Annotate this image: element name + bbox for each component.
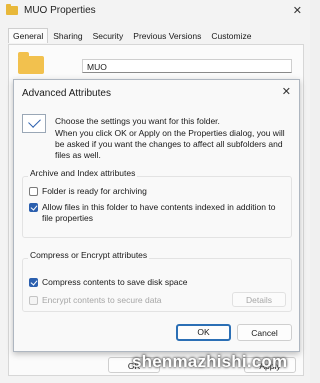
checkmark-icon xyxy=(28,115,41,128)
compress-encrypt-group-label: Compress or Encrypt attributes xyxy=(28,250,150,260)
index-checkbox[interactable] xyxy=(29,203,38,212)
archiving-checkbox-row[interactable]: Folder is ready for archiving xyxy=(29,186,282,197)
compress-encrypt-group: Compress or Encrypt attributes Compress … xyxy=(22,250,292,312)
archiving-checkbox[interactable] xyxy=(29,187,38,196)
compress-checkbox-row[interactable]: Compress contents to save disk space xyxy=(29,277,282,288)
window-title: MUO Properties xyxy=(24,5,96,16)
archive-index-group: Archive and Index attributes Folder is r… xyxy=(22,168,292,238)
details-button: Details xyxy=(232,292,286,307)
properties-tabs: General Sharing Security Previous Versio… xyxy=(8,28,256,44)
encrypt-checkbox xyxy=(29,296,38,305)
intro-description: When you click OK or Apply on the Proper… xyxy=(55,128,285,160)
archive-index-group-label: Archive and Index attributes xyxy=(28,168,138,178)
intro-heading: Choose the settings you want for this fo… xyxy=(55,116,220,126)
folder-name-field[interactable]: MUO xyxy=(82,59,292,73)
watermark: shenmazhishi.com xyxy=(132,352,288,371)
cancel-button[interactable]: Cancel xyxy=(237,324,292,341)
index-checkbox-row[interactable]: Allow files in this folder to have conte… xyxy=(29,202,282,224)
tab-general[interactable]: General xyxy=(8,28,49,43)
tab-customize[interactable]: Customize xyxy=(206,28,256,43)
close-icon[interactable]: ✕ xyxy=(293,4,302,17)
folder-icon xyxy=(6,4,18,15)
tab-security[interactable]: Security xyxy=(88,28,129,43)
tab-previous-versions[interactable]: Previous Versions xyxy=(128,28,206,43)
index-label: Allow files in this folder to have conte… xyxy=(42,202,276,223)
tab-sharing[interactable]: Sharing xyxy=(48,28,87,43)
compress-label: Compress contents to save disk space xyxy=(42,277,188,287)
encrypt-checkbox-row: Encrypt contents to secure data xyxy=(29,295,192,306)
advanced-attributes-dialog: Advanced Attributes ✕ Choose the setting… xyxy=(13,79,300,352)
properties-titlebar: MUO Properties ✕ xyxy=(0,0,310,24)
attributes-checkbox-icon xyxy=(22,114,46,133)
compress-checkbox[interactable] xyxy=(29,278,38,287)
folder-icon xyxy=(18,52,44,74)
archiving-label: Folder is ready for archiving xyxy=(42,186,147,196)
dialog-title: Advanced Attributes xyxy=(22,88,111,99)
ok-button[interactable]: OK xyxy=(176,324,231,341)
encrypt-label: Encrypt contents to secure data xyxy=(42,295,162,305)
close-icon[interactable]: ✕ xyxy=(282,85,291,98)
